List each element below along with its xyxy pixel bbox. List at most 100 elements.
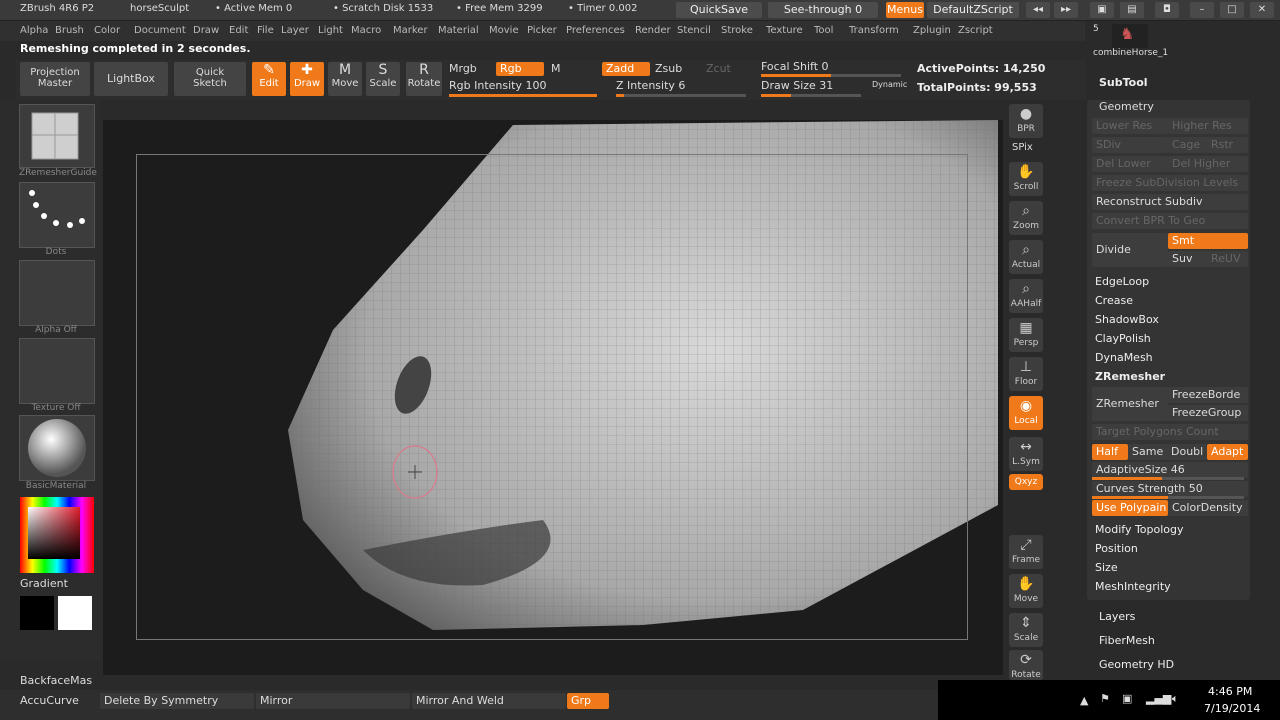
focal-shift-slider[interactable]: Focal Shift 0 bbox=[761, 60, 829, 73]
z-intensity-track[interactable] bbox=[616, 94, 746, 97]
grp-toggle[interactable]: Grp bbox=[567, 693, 609, 709]
flag-icon[interactable]: ⚑ bbox=[1100, 692, 1110, 705]
menu-file[interactable]: File bbox=[257, 25, 274, 36]
convert-bpr-button[interactable]: Convert BPR To Geo bbox=[1092, 213, 1248, 229]
menu-layer[interactable]: Layer bbox=[281, 25, 309, 36]
freeze-groups-toggle[interactable]: FreezeGroup bbox=[1168, 405, 1248, 421]
double-button[interactable]: Doubl bbox=[1167, 444, 1207, 460]
position-header[interactable]: Position bbox=[1095, 542, 1138, 555]
zremesher-button[interactable]: ZRemesher bbox=[1092, 387, 1168, 421]
horse-tool-thumbnail[interactable]: ♞ bbox=[1112, 24, 1148, 48]
reuv-button[interactable]: ReUV bbox=[1207, 251, 1248, 267]
qxyz-button[interactable]: Qxyz bbox=[1009, 474, 1043, 490]
lock-icon[interactable]: ◘ bbox=[1155, 2, 1179, 18]
menu-picker[interactable]: Picker bbox=[527, 25, 557, 36]
clock-date[interactable]: 7/19/2014 bbox=[1204, 702, 1260, 715]
scroll-right-icon[interactable]: ▸▸ bbox=[1054, 2, 1078, 18]
adaptive-size-slider[interactable]: AdaptiveSize 46 bbox=[1092, 462, 1248, 478]
geometry-hd-header[interactable]: Geometry HD bbox=[1099, 658, 1174, 671]
menu-document[interactable]: Document bbox=[134, 25, 186, 36]
network-icon[interactable]: ▂▄▆ bbox=[1146, 692, 1171, 705]
quicksave-button[interactable]: QuickSave bbox=[676, 2, 762, 18]
zsub-toggle[interactable]: Zsub bbox=[655, 62, 682, 75]
geometry-header[interactable]: Geometry bbox=[1099, 100, 1154, 113]
crease-header[interactable]: Crease bbox=[1095, 294, 1133, 307]
menu-draw[interactable]: Draw bbox=[193, 25, 219, 36]
menu-tool[interactable]: Tool bbox=[814, 25, 833, 36]
projection-master-button[interactable]: Projection Master bbox=[20, 62, 90, 96]
zcut-toggle[interactable]: Zcut bbox=[706, 62, 731, 75]
move-view-button[interactable]: ✋ Move bbox=[1009, 574, 1043, 608]
menu-marker[interactable]: Marker bbox=[393, 25, 428, 36]
curves-strength-track[interactable] bbox=[1092, 496, 1244, 499]
edit-button[interactable]: ✎ Edit bbox=[252, 62, 286, 96]
sdiv-slider[interactable]: SDiv bbox=[1092, 137, 1168, 153]
reconstruct-subdiv-button[interactable]: Reconstruct Subdiv bbox=[1092, 194, 1248, 210]
higher-res-button[interactable]: Higher Res bbox=[1168, 118, 1248, 134]
floor-button[interactable]: ⊥ Floor bbox=[1009, 357, 1043, 391]
spix-slider[interactable]: SPix bbox=[1012, 142, 1033, 153]
menu-alpha[interactable]: Alpha bbox=[20, 25, 48, 36]
divide-button[interactable]: Divide bbox=[1092, 233, 1168, 267]
mirror-and-weld-button[interactable]: Mirror And Weld bbox=[412, 693, 566, 709]
same-button[interactable]: Same bbox=[1128, 444, 1168, 460]
scroll-button[interactable]: ✋ Scroll bbox=[1009, 162, 1043, 196]
rgb-intensity-track[interactable] bbox=[449, 94, 597, 97]
freeze-subdiv-button[interactable]: Freeze SubDivision Levels bbox=[1092, 175, 1248, 191]
maximize-icon[interactable]: □ bbox=[1220, 2, 1244, 18]
curves-strength-slider[interactable]: Curves Strength 50 bbox=[1092, 481, 1248, 497]
focal-shift-track[interactable] bbox=[761, 74, 901, 77]
target-polygons-slider[interactable]: Target Polygons Count bbox=[1092, 424, 1248, 440]
scroll-left-icon[interactable]: ◂◂ bbox=[1026, 2, 1050, 18]
suv-toggle[interactable]: Suv bbox=[1168, 251, 1208, 267]
menu-color[interactable]: Color bbox=[94, 25, 120, 36]
modify-topology-header[interactable]: Modify Topology bbox=[1095, 523, 1184, 536]
minimize-icon[interactable]: – bbox=[1190, 2, 1214, 18]
zadd-toggle[interactable]: Zadd bbox=[602, 62, 650, 76]
brush-thumbnail[interactable] bbox=[19, 104, 95, 168]
frame-button[interactable]: ⤢ Frame bbox=[1009, 535, 1043, 569]
color-density-slider[interactable]: ColorDensity bbox=[1168, 500, 1248, 516]
mirror-button[interactable]: Mirror bbox=[256, 693, 410, 709]
bpr-button[interactable]: ● BPR bbox=[1009, 104, 1043, 138]
lightbox-button[interactable]: LightBox bbox=[94, 62, 168, 96]
rstr-button[interactable]: Rstr bbox=[1207, 137, 1248, 153]
aahalf-button[interactable]: ⌕ AAHalf bbox=[1009, 279, 1043, 313]
layers-header[interactable]: Layers bbox=[1099, 610, 1135, 623]
menu-render[interactable]: Render bbox=[635, 25, 671, 36]
mesh-integrity-header[interactable]: MeshIntegrity bbox=[1095, 580, 1171, 593]
secondary-color-swatch[interactable] bbox=[58, 596, 92, 630]
menu-brush[interactable]: Brush bbox=[55, 25, 84, 36]
menu-stroke[interactable]: Stroke bbox=[721, 25, 753, 36]
freeze-border-toggle[interactable]: FreezeBorde bbox=[1168, 387, 1248, 403]
default-zscript-button[interactable]: DefaultZScript bbox=[927, 2, 1019, 18]
adapt-button[interactable]: Adapt bbox=[1207, 444, 1248, 460]
rotate-view-button[interactable]: ⟳ Rotate bbox=[1009, 650, 1043, 680]
menu-preferences[interactable]: Preferences bbox=[566, 25, 625, 36]
clock-time[interactable]: 4:46 PM bbox=[1208, 685, 1252, 698]
backface-mask-toggle[interactable]: BackfaceMas bbox=[20, 674, 92, 687]
lsym-button[interactable]: ↔ L.Sym bbox=[1009, 437, 1043, 471]
del-higher-button[interactable]: Del Higher bbox=[1168, 156, 1248, 172]
see-through-slider[interactable]: See-through 0 bbox=[768, 2, 878, 18]
draw-size-track[interactable] bbox=[761, 94, 861, 97]
color-picker[interactable] bbox=[20, 497, 94, 573]
lower-res-button[interactable]: Lower Res bbox=[1092, 118, 1168, 134]
del-lower-button[interactable]: Del Lower bbox=[1092, 156, 1168, 172]
tray-arrow-icon[interactable]: ▲ bbox=[1080, 694, 1088, 707]
menu-macro[interactable]: Macro bbox=[351, 25, 381, 36]
persp-button[interactable]: ▦ Persp bbox=[1009, 318, 1043, 352]
size-header[interactable]: Size bbox=[1095, 561, 1118, 574]
adaptive-size-track[interactable] bbox=[1092, 477, 1244, 480]
cage-button[interactable]: Cage bbox=[1168, 137, 1208, 153]
edgeloop-header[interactable]: EdgeLoop bbox=[1095, 275, 1149, 288]
rgb-toggle[interactable]: Rgb bbox=[496, 62, 544, 76]
draw-button[interactable]: ✚ Draw bbox=[290, 62, 324, 96]
shadowbox-header[interactable]: ShadowBox bbox=[1095, 313, 1159, 326]
fibermesh-header[interactable]: FiberMesh bbox=[1099, 634, 1155, 647]
m-toggle[interactable]: M bbox=[551, 62, 561, 75]
mrgb-toggle[interactable]: Mrgb bbox=[449, 62, 477, 75]
layout-alt-icon[interactable]: ▤ bbox=[1120, 2, 1144, 18]
menu-movie[interactable]: Movie bbox=[489, 25, 519, 36]
claypolish-header[interactable]: ClayPolish bbox=[1095, 332, 1151, 345]
